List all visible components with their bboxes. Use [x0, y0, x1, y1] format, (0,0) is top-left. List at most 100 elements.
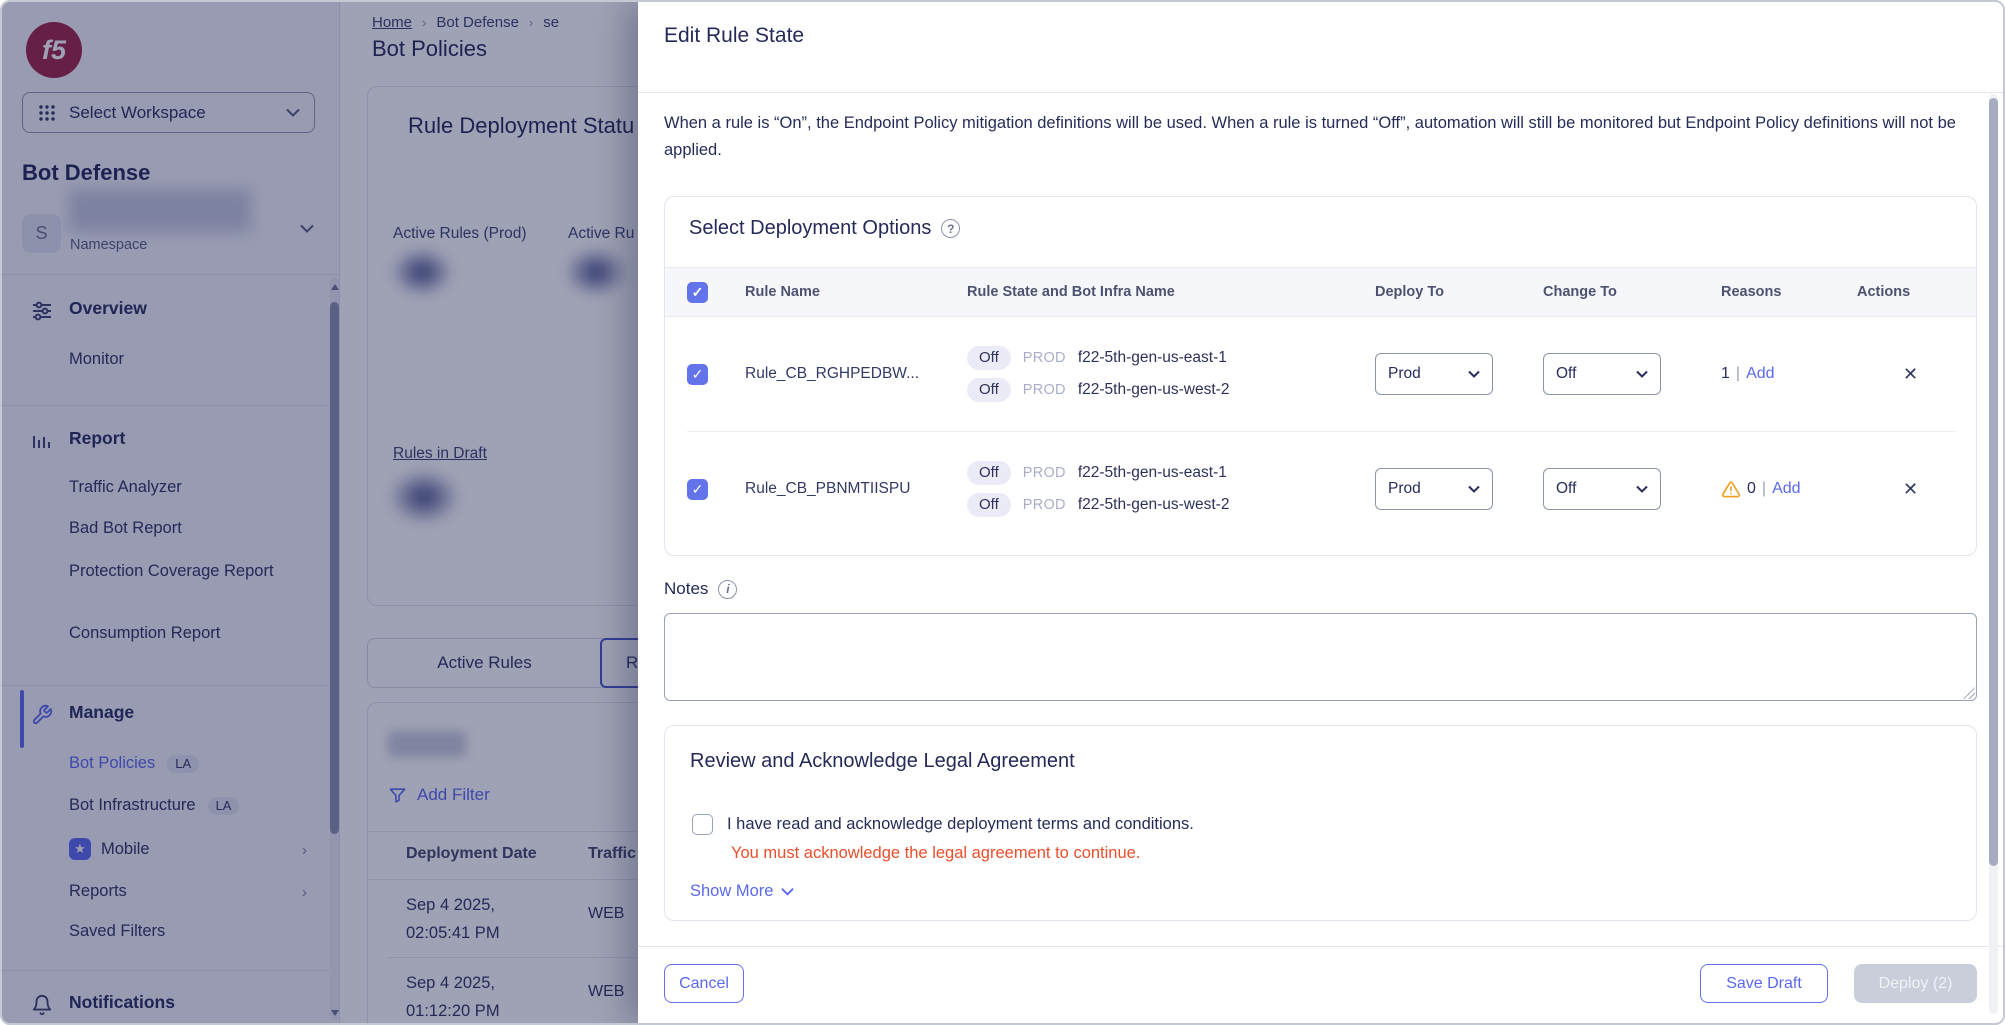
la-badge: LA	[208, 797, 240, 815]
change-to-select[interactable]: Off	[1543, 468, 1661, 510]
sidebar-item-protection-coverage-report[interactable]: Protection Coverage Report	[69, 558, 279, 584]
table-row-traffic: WEB	[588, 905, 624, 923]
table-row-traffic: WEB	[588, 983, 624, 1001]
rule-checkbox[interactable]: ✓	[687, 364, 708, 385]
divider	[2, 970, 340, 971]
sidebar-item-traffic-analyzer[interactable]: Traffic Analyzer	[69, 478, 182, 497]
env-label: PROD	[1023, 497, 1066, 513]
add-filter-label: Add Filter	[417, 785, 490, 805]
cancel-button[interactable]: Cancel	[664, 964, 744, 1003]
date-line2: 01:12:20 PM	[406, 1002, 500, 1020]
breadcrumb-home-link[interactable]: Home	[372, 14, 412, 31]
rule-name: Rule_CB_PBNMTIISPU	[745, 480, 967, 498]
divider	[2, 405, 340, 406]
sidebar-item-report[interactable]: Report	[69, 428, 125, 449]
page-title: Bot Policies	[372, 36, 487, 62]
column-change-to: Change To	[1543, 284, 1721, 300]
column-rule-name: Rule Name	[745, 284, 967, 300]
chevron-right-icon: ›	[302, 842, 307, 859]
redacted-namespace-value	[69, 189, 251, 232]
divider	[638, 92, 2003, 93]
sidebar-item-monitor[interactable]: Monitor	[69, 350, 124, 369]
textarea-resize-handle[interactable]	[1963, 687, 1975, 699]
scroll-up-icon[interactable]	[331, 284, 339, 290]
sidebar-item-manage[interactable]: Manage	[69, 702, 134, 723]
sidebar-item-overview[interactable]: Overview	[69, 298, 147, 319]
namespace-avatar: S	[22, 214, 61, 253]
sidebar-scrollbar-track[interactable]	[330, 278, 339, 1020]
rule-state-pill: Off	[967, 493, 1011, 517]
sidebar-scrollbar-thumb[interactable]	[330, 302, 339, 834]
legal-title: Review and Acknowledge Legal Agreement	[690, 750, 1075, 773]
deploy-to-value: Prod	[1388, 365, 1468, 383]
drawer-title: Edit Rule State	[664, 24, 804, 48]
drawer-scrollbar-thumb[interactable]	[1989, 98, 1998, 866]
workspace-selector[interactable]: Select Workspace	[22, 92, 315, 133]
column-reasons: Reasons	[1721, 284, 1857, 300]
bot-policies-page: Home › Bot Defense › se Bot Policies Rul…	[340, 2, 638, 1023]
mobile-label: Mobile	[101, 840, 150, 859]
remove-rule-icon[interactable]: ✕	[1903, 479, 1918, 499]
divider	[638, 946, 2003, 947]
env-label: PROD	[1023, 350, 1066, 366]
add-reason-link[interactable]: Add	[1746, 365, 1774, 383]
sidebar-item-bot-infrastructure[interactable]: Bot Infrastructure LA	[69, 796, 239, 815]
breadcrumb-separator: ›	[529, 15, 533, 30]
breadcrumb-current: se	[543, 14, 559, 31]
deploy-to-select[interactable]: Prod	[1375, 353, 1493, 395]
tab-rules-in-draft[interactable]: Ru	[600, 638, 638, 688]
column-deployment-date: Deployment Date	[406, 845, 537, 863]
metric-active-rules-prod-label: Active Rules (Prod)	[393, 225, 527, 243]
rule-state-pill: Off	[967, 461, 1011, 485]
save-draft-button[interactable]: Save Draft	[1700, 964, 1828, 1003]
help-icon[interactable]: ?	[941, 219, 960, 238]
rules-tabbar: Active Rules Ru	[367, 638, 638, 688]
table-row-date: Sep 4 2025, 01:12:20 PM	[406, 969, 500, 1023]
divider	[2, 685, 340, 686]
bot-infrastructure-label: Bot Infrastructure	[69, 796, 196, 814]
rules-in-draft-link[interactable]: Rules in Draft	[393, 445, 487, 463]
chevron-down-icon[interactable]	[300, 224, 314, 233]
active-section-indicator	[20, 690, 24, 748]
wrench-icon	[31, 704, 53, 726]
sidebar-item-bad-bot-report[interactable]: Bad Bot Report	[69, 519, 182, 538]
show-more-link[interactable]: Show More	[690, 882, 794, 901]
change-to-select[interactable]: Off	[1543, 353, 1661, 395]
redacted-items-count	[388, 731, 466, 757]
change-to-value: Off	[1556, 365, 1636, 383]
redacted-metric-value	[390, 247, 454, 297]
chevron-down-icon	[286, 108, 300, 117]
show-more-label: Show More	[690, 882, 773, 901]
workspace-grid-icon	[37, 103, 57, 123]
sidebar-item-reports[interactable]: Reports	[69, 882, 127, 901]
select-all-checkbox[interactable]: ✓	[687, 282, 708, 303]
date-line1: Sep 4 2025,	[406, 974, 495, 992]
sidebar-item-mobile[interactable]: ★ Mobile	[69, 838, 150, 860]
namespace-label: Namespace	[70, 237, 147, 253]
breadcrumb-separator: ›	[422, 15, 426, 30]
infra-name: f22-5th-gen-us-east-1	[1078, 464, 1227, 482]
star-icon: ★	[69, 838, 91, 860]
sidebar-item-saved-filters[interactable]: Saved Filters	[69, 922, 165, 941]
env-label: PROD	[1023, 382, 1066, 398]
info-icon[interactable]: i	[718, 580, 737, 599]
metric-active-rules-label: Active Ru	[568, 225, 634, 243]
date-line2: 02:05:41 PM	[406, 924, 500, 942]
sidebar-item-bot-policies[interactable]: Bot PoliciesLA	[69, 754, 199, 773]
date-line1: Sep 4 2025,	[406, 896, 495, 914]
scroll-down-icon[interactable]	[331, 1010, 339, 1016]
add-reason-link[interactable]: Add	[1772, 480, 1800, 498]
remove-rule-icon[interactable]: ✕	[1903, 364, 1918, 384]
legal-error-message: You must acknowledge the legal agreement…	[731, 844, 1140, 863]
breadcrumb-bot-defense-link[interactable]: Bot Defense	[436, 14, 519, 31]
sidebar-item-notifications[interactable]: Notifications	[69, 992, 175, 1013]
notes-textarea[interactable]	[664, 613, 1977, 701]
legal-checkbox[interactable]	[692, 814, 713, 835]
sidebar-item-consumption-report[interactable]: Consumption Report	[69, 624, 220, 643]
column-traffic: Traffic	[588, 845, 636, 863]
deploy-to-select[interactable]: Prod	[1375, 468, 1493, 510]
deploy-button[interactable]: Deploy (2)	[1854, 964, 1977, 1003]
tab-active-rules[interactable]: Active Rules	[368, 639, 601, 687]
rule-checkbox[interactable]: ✓	[687, 479, 708, 500]
add-filter-button[interactable]: Add Filter	[388, 785, 490, 805]
